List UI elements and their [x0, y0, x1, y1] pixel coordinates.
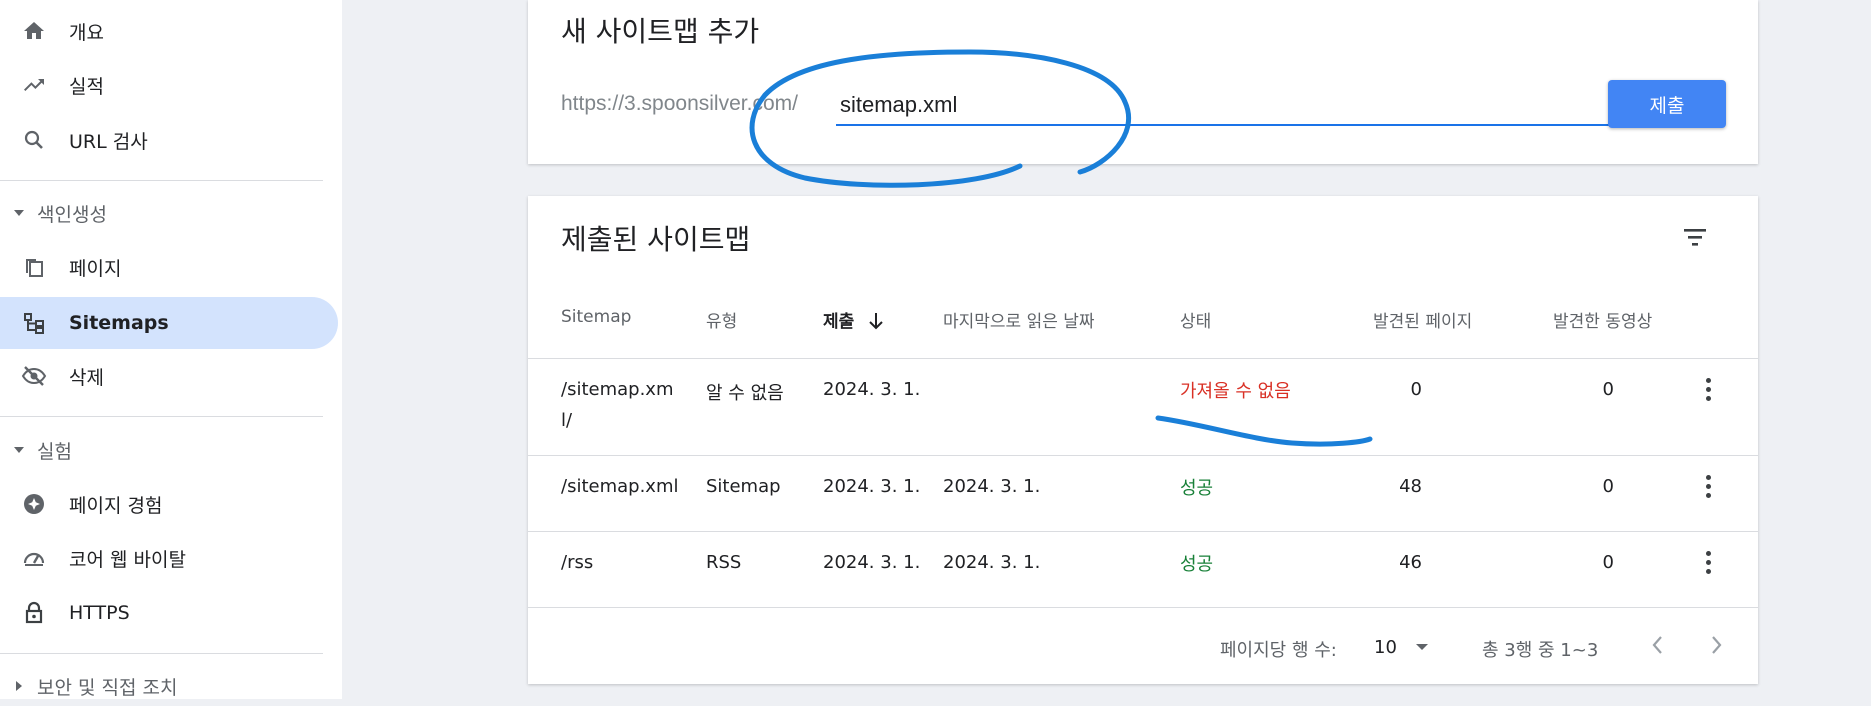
caret-down-icon [12, 443, 26, 457]
sidebar-item-label: HTTPS [69, 602, 130, 624]
sidebar-item-label: 페이지 경험 [69, 494, 163, 517]
column-header-type[interactable]: 유형 [706, 307, 737, 332]
cell-videos: 0 [1602, 552, 1614, 573]
column-header-label: 제출 [823, 312, 855, 332]
column-header-status[interactable]: 상태 [1180, 307, 1211, 332]
sidebar-divider [0, 653, 323, 654]
sidebar-section-label: 색인생성 [37, 203, 107, 226]
sidebar-item-https[interactable]: HTTPS [0, 587, 338, 639]
cell-status: 성공 [1180, 478, 1214, 499]
column-header-submitted[interactable]: 제출 [823, 307, 884, 335]
arrow-down-icon [868, 312, 884, 335]
sidebar-item-label: 개요 [69, 21, 104, 44]
sidebar-item-sitemaps[interactable]: Sitemaps [0, 297, 338, 349]
next-page-icon[interactable] [1706, 634, 1726, 661]
sidebar-item-url-inspection[interactable]: URL 검사 [0, 114, 338, 166]
sidebar-item-label: 코어 웹 바이탈 [69, 548, 186, 571]
lock-icon [20, 599, 48, 627]
table-pagination: 페이지당 행 수: 10 총 3행 중 1~3 [528, 628, 1758, 668]
sidebar-item-label: 페이지 [69, 257, 122, 280]
sidebar-item-label: Sitemaps [69, 312, 169, 334]
submitted-sitemaps-card: 제출된 사이트맵 Sitemap 유형 제출 마지막으로 읽은 날짜 상태 발견… [528, 196, 1758, 684]
search-icon [20, 126, 48, 154]
visibility-off-icon [20, 362, 48, 390]
cell-sitemap: /rss [561, 552, 594, 573]
sidebar-divider [0, 416, 323, 417]
sidebar-item-page-experience[interactable]: 페이지 경험 [0, 478, 338, 530]
cell-status: 가져올 수 없음 [1180, 381, 1291, 402]
dropdown-arrow-icon [1415, 642, 1429, 652]
pages-icon [20, 253, 48, 281]
cell-submitted: 2024. 3. 1. [823, 476, 921, 497]
trending-up-icon [20, 71, 48, 99]
cell-pages: 48 [1399, 476, 1422, 497]
pagination-range: 총 3행 중 1~3 [1482, 640, 1599, 661]
cell-type: Sitemap [706, 476, 781, 497]
submitted-sitemaps-title: 제출된 사이트맵 [561, 223, 751, 256]
cell-submitted: 2024. 3. 1. [823, 379, 921, 400]
cell-videos: 0 [1602, 379, 1614, 400]
rows-per-page-value: 10 [1374, 636, 1397, 658]
submit-button[interactable]: 제출 [1608, 80, 1726, 128]
sidebar: 개요 실적 URL 검사 색인생성 페이지 Sitemaps 삭제 실험 페이지… [0, 0, 342, 699]
sidebar-item-overview[interactable]: 개요 [0, 5, 338, 57]
sidebar-section-indexing[interactable]: 색인생성 [0, 193, 320, 233]
home-icon [20, 17, 48, 45]
cell-sitemap: /sitemap.xm [561, 379, 674, 400]
cell-status: 성공 [1180, 554, 1214, 575]
rows-per-page-select[interactable]: 10 [1374, 632, 1444, 662]
more-options-icon[interactable] [1696, 471, 1720, 501]
column-header-sitemap[interactable]: Sitemap [561, 307, 631, 327]
sidebar-section-label: 실험 [37, 440, 72, 463]
sidebar-section-label: 보안 및 직접 조치 [37, 676, 178, 699]
annotation-underline [1155, 415, 1373, 447]
add-sitemap-title: 새 사이트맵 추가 [561, 15, 760, 48]
more-options-icon[interactable] [1696, 547, 1720, 577]
cell-last-read: 2024. 3. 1. [943, 476, 1041, 497]
sidebar-section-experiments[interactable]: 실험 [0, 430, 320, 470]
sidebar-divider [0, 180, 323, 181]
cell-pages: 46 [1399, 552, 1422, 573]
more-options-icon[interactable] [1696, 374, 1720, 404]
sidebar-item-label: 삭제 [69, 366, 104, 389]
sidebar-item-removals[interactable]: 삭제 [0, 350, 338, 402]
column-header-discovered-pages[interactable]: 발견된 페이지 [1373, 307, 1472, 332]
sidebar-item-pages[interactable]: 페이지 [0, 241, 338, 293]
sitemap-icon [20, 309, 48, 337]
cell-pages: 0 [1410, 379, 1422, 400]
column-header-discovered-videos[interactable]: 발견한 동영상 [1553, 307, 1652, 332]
sidebar-section-security[interactable]: 보안 및 직접 조치 [0, 666, 320, 706]
row-divider [528, 358, 1758, 359]
cell-sitemap: /sitemap.xml [561, 476, 679, 497]
caret-right-icon [12, 679, 26, 693]
annotation-circle [749, 49, 1132, 188]
filter-icon[interactable] [1680, 222, 1710, 252]
row-divider [528, 455, 1758, 456]
cell-type: 알 수 없음 [706, 383, 784, 404]
sidebar-item-label: URL 검사 [69, 130, 148, 153]
row-divider [528, 531, 1758, 532]
prev-page-icon[interactable] [1648, 634, 1668, 661]
speed-gauge-icon [20, 544, 48, 572]
cell-sitemap-wrap: l/ [561, 410, 573, 431]
column-header-last-read[interactable]: 마지막으로 읽은 날짜 [943, 307, 1095, 332]
star-circle-icon [20, 490, 48, 518]
cell-submitted: 2024. 3. 1. [823, 552, 921, 573]
row-divider [528, 607, 1758, 608]
rows-per-page-label: 페이지당 행 수: [1220, 640, 1337, 661]
sidebar-item-core-web-vitals[interactable]: 코어 웹 바이탈 [0, 532, 338, 584]
caret-down-icon [12, 206, 26, 220]
cell-type: RSS [706, 552, 742, 573]
cell-last-read: 2024. 3. 1. [943, 552, 1041, 573]
sidebar-item-label: 실적 [69, 75, 104, 98]
cell-videos: 0 [1602, 476, 1614, 497]
sidebar-item-performance[interactable]: 실적 [0, 59, 338, 111]
